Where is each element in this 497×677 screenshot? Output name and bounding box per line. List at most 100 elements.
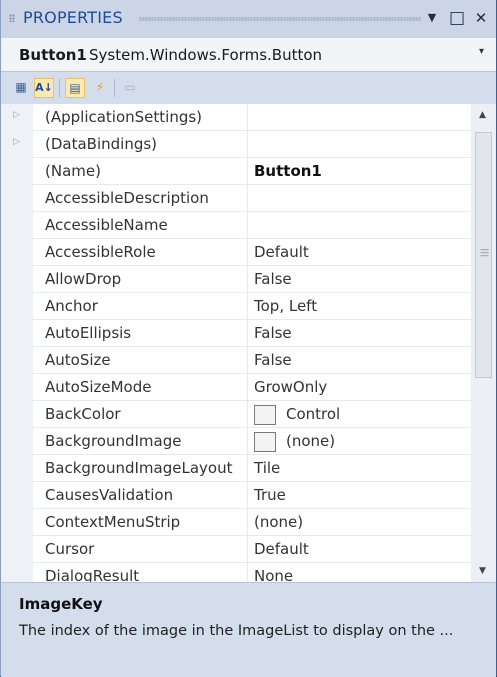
row-gutter — [1, 428, 33, 455]
alphabetical-sort-icon[interactable]: A↓ — [34, 78, 54, 98]
property-name[interactable]: AutoEllipsis — [33, 320, 248, 347]
vertical-scrollbar[interactable]: ▲ — — — ▼ — [471, 104, 496, 582]
property-value[interactable]: False — [248, 347, 471, 374]
property-row[interactable]: BackgroundImage (none) — [1, 428, 471, 455]
property-value[interactable]: Button1 — [248, 158, 471, 185]
property-value[interactable] — [248, 212, 471, 239]
description-title: ImageKey — [19, 595, 103, 613]
property-value[interactable]: (none) — [248, 509, 471, 536]
selected-object-name: Button1 — [19, 46, 87, 64]
property-value-text: (none) — [254, 513, 304, 531]
property-row[interactable]: ▷ (ApplicationSettings) — [1, 104, 471, 131]
property-value[interactable]: Control — [248, 401, 471, 428]
row-gutter: ▷ — [1, 104, 33, 131]
property-value[interactable]: (none) — [248, 428, 471, 455]
property-name[interactable]: BackColor — [33, 401, 248, 428]
property-name[interactable]: AccessibleDescription — [33, 185, 248, 212]
property-value[interactable]: True — [248, 482, 471, 509]
close-icon[interactable]: ✕ — [472, 8, 490, 28]
property-value[interactable]: Tile — [248, 455, 471, 482]
categorized-icon[interactable]: ▦ — [11, 78, 31, 98]
property-value[interactable]: False — [248, 320, 471, 347]
property-value[interactable]: False — [248, 266, 471, 293]
property-name[interactable]: Anchor — [33, 293, 248, 320]
scroll-thumb[interactable]: — — — — [475, 132, 492, 378]
panel-title: PROPERTIES — [23, 8, 123, 27]
property-value[interactable]: Default — [248, 536, 471, 563]
property-value[interactable]: None — [248, 563, 471, 582]
chevron-down-icon[interactable]: ▾ — [479, 46, 484, 57]
property-value-text: Button1 — [254, 162, 322, 180]
property-name[interactable]: (ApplicationSettings) — [33, 104, 248, 131]
property-name[interactable]: BackgroundImageLayout — [33, 455, 248, 482]
property-value[interactable] — [248, 185, 471, 212]
property-value-text: Top, Left — [254, 297, 318, 315]
selected-object-type: System.Windows.Forms.Button — [89, 46, 323, 64]
property-name[interactable]: (DataBindings) — [33, 131, 248, 158]
property-value[interactable]: Default — [248, 239, 471, 266]
property-name[interactable]: CausesValidation — [33, 482, 248, 509]
property-row[interactable]: BackColor Control — [1, 401, 471, 428]
drag-grip-icon[interactable] — [9, 14, 15, 22]
property-row[interactable]: AutoSize False — [1, 347, 471, 374]
properties-toolbar: ▦ A↓ ▤ ⚡ ▭ — [1, 72, 496, 105]
color-swatch-icon — [254, 404, 276, 425]
window-position-dropdown-icon[interactable]: ▼ — [423, 8, 441, 28]
property-name[interactable]: AutoSize — [33, 347, 248, 374]
events-lightning-icon[interactable]: ⚡ — [90, 78, 110, 98]
property-value[interactable] — [248, 131, 471, 158]
property-row[interactable]: Anchor Top, Left — [1, 293, 471, 320]
property-row[interactable]: ▷ (DataBindings) — [1, 131, 471, 158]
property-row[interactable]: AccessibleRole Default — [1, 239, 471, 266]
expand-arrow-icon[interactable]: ▷ — [13, 110, 20, 120]
property-name[interactable]: ContextMenuStrip — [33, 509, 248, 536]
title-drag-area[interactable] — [139, 17, 421, 21]
property-value-text: False — [254, 270, 292, 288]
property-row[interactable]: (Name) Button1 — [1, 158, 471, 185]
property-value[interactable]: Top, Left — [248, 293, 471, 320]
property-row[interactable]: Cursor Default — [1, 536, 471, 563]
description-text: The index of the image in the ImageList … — [19, 623, 454, 639]
property-row[interactable]: ContextMenuStrip (none) — [1, 509, 471, 536]
property-value-text: Control — [286, 405, 341, 423]
property-value[interactable] — [248, 104, 471, 131]
scroll-up-arrow-icon[interactable]: ▲ — [479, 110, 486, 120]
property-name[interactable]: (Name) — [33, 158, 248, 185]
property-name[interactable]: Cursor — [33, 536, 248, 563]
property-value[interactable]: GrowOnly — [248, 374, 471, 401]
property-name[interactable]: AccessibleName — [33, 212, 248, 239]
scroll-down-arrow-icon[interactable]: ▼ — [479, 566, 486, 576]
property-pages-icon[interactable]: ▭ — [120, 78, 140, 98]
property-name[interactable]: AllowDrop — [33, 266, 248, 293]
row-gutter — [1, 455, 33, 482]
property-name[interactable]: AccessibleRole — [33, 239, 248, 266]
row-gutter — [1, 320, 33, 347]
property-row[interactable]: DialogResult None — [1, 563, 471, 582]
property-row[interactable]: AutoEllipsis False — [1, 320, 471, 347]
property-row[interactable]: AllowDrop False — [1, 266, 471, 293]
properties-view-icon[interactable]: ▤ — [65, 78, 85, 98]
object-selector-dropdown[interactable]: Button1 System.Windows.Forms.Button ▾ — [1, 38, 496, 72]
property-name[interactable]: DialogResult — [33, 563, 248, 582]
property-value-text: Default — [254, 243, 309, 261]
row-gutter — [1, 482, 33, 509]
property-row[interactable]: AutoSizeMode GrowOnly — [1, 374, 471, 401]
row-gutter — [1, 158, 33, 185]
row-gutter — [1, 239, 33, 266]
row-gutter — [1, 374, 33, 401]
property-row[interactable]: AccessibleName — [1, 212, 471, 239]
property-row[interactable]: AccessibleDescription — [1, 185, 471, 212]
property-value-text: Tile — [254, 459, 281, 477]
row-gutter — [1, 401, 33, 428]
title-bar[interactable]: PROPERTIES ▼ □ ✕ — [1, 0, 496, 39]
maximize-icon[interactable]: □ — [448, 8, 466, 28]
toolbar-separator — [114, 79, 115, 97]
property-row[interactable]: BackgroundImageLayout Tile — [1, 455, 471, 482]
property-row[interactable]: CausesValidation True — [1, 482, 471, 509]
toolbar-separator — [59, 79, 60, 97]
property-name[interactable]: AutoSizeMode — [33, 374, 248, 401]
property-name[interactable]: BackgroundImage — [33, 428, 248, 455]
property-grid: ▷ (ApplicationSettings) ▷ (DataBindings) (Na… — [1, 104, 471, 582]
expand-arrow-icon[interactable]: ▷ — [13, 137, 20, 147]
color-swatch-icon — [254, 431, 276, 452]
